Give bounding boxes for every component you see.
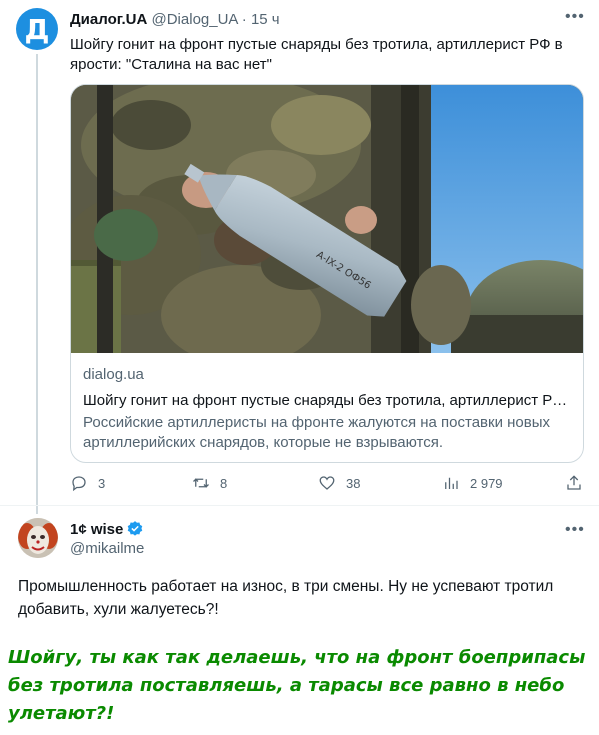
views-count: 2 979 <box>470 475 503 491</box>
retweet-icon <box>193 478 209 488</box>
clown-avatar-icon <box>18 518 58 558</box>
author-handle[interactable]: @Dialog_UA <box>152 11 238 28</box>
like-count: 38 <box>346 475 361 491</box>
tweet-actions: 3 8 38 2 979 <box>70 474 585 496</box>
share-icon <box>567 475 581 490</box>
views-button[interactable]: 2 979 <box>442 474 503 492</box>
card-body: dialog.ua Шойгу гонит на фронт пустые сн… <box>83 365 573 453</box>
card-title: Шойгу гонит на фронт пустые снаряды без … <box>83 392 573 409</box>
views-icon <box>445 477 458 489</box>
reply-icon <box>72 476 86 492</box>
tweet-reply[interactable]: 1¢ wise @mikailme ••• Промышленность раб… <box>0 506 599 628</box>
card-domain: dialog.ua <box>83 366 144 383</box>
author-handle[interactable]: @mikailme <box>70 540 144 557</box>
retweet-button[interactable]: 8 <box>192 474 227 492</box>
card-description: Российские артиллеристы на фронте жалуют… <box>83 414 550 451</box>
more-options-icon[interactable]: ••• <box>565 521 585 539</box>
reply-button[interactable]: 3 <box>70 474 105 492</box>
more-options-icon[interactable]: ••• <box>565 8 585 26</box>
caption-panel: Шойгу, ты как так делаешь, что на фронт … <box>0 628 599 735</box>
reply-count: 3 <box>98 475 106 491</box>
verified-badge-icon <box>128 521 143 536</box>
tweet-time[interactable]: 15 ч <box>251 11 280 28</box>
tweet-text: Промышленность работает на износ, в три … <box>18 578 554 618</box>
author-name[interactable]: 1¢ wise <box>70 521 123 538</box>
separator: · <box>241 11 247 28</box>
author-name[interactable]: Диалог.UA <box>70 11 147 28</box>
avatar[interactable] <box>18 518 58 558</box>
tweet-header: 1¢ wise @mikailme <box>70 520 144 558</box>
caption-text: Шойгу, ты как так делаешь, что на фронт … <box>8 647 586 724</box>
retweet-count: 8 <box>220 475 228 491</box>
like-button[interactable]: 38 <box>318 474 360 492</box>
avatar[interactable]: Д <box>16 8 58 50</box>
card-image: А-IX-2 ОФ56 <box>71 85 583 353</box>
heart-icon <box>319 476 335 490</box>
share-button[interactable] <box>565 474 583 492</box>
tweet-text: Шойгу гонит на фронт пустые снаряды без … <box>70 36 563 73</box>
tweet-dialog-ua[interactable]: Д Диалог.UA @Dialog_UA · 15 ч ••• Шойгу … <box>0 0 599 514</box>
link-card[interactable]: А-IX-2 ОФ56 dialog.ua Шойгу гонит на фро… <box>70 84 584 463</box>
tweet-header: Диалог.UA @Dialog_UA · 15 ч <box>70 11 280 28</box>
thread-line <box>36 54 38 514</box>
